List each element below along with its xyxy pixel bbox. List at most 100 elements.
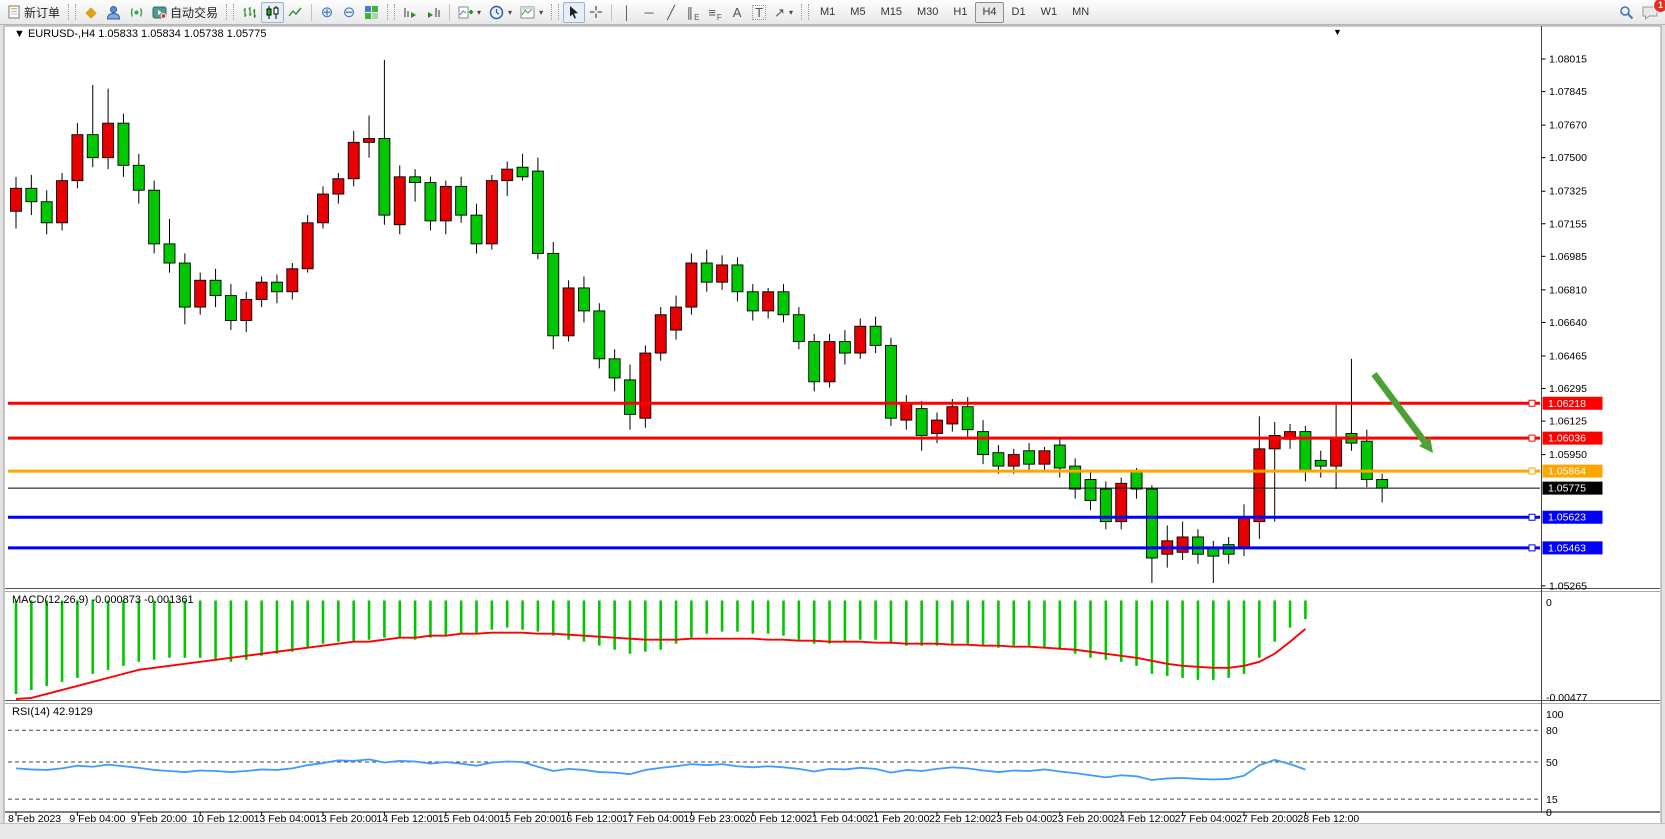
candle-body (241, 299, 252, 320)
search-button[interactable] (1615, 2, 1638, 23)
zoom-out-button[interactable]: ⊖ (338, 2, 360, 23)
line-handle[interactable] (1529, 514, 1535, 520)
candle-body (594, 311, 605, 359)
dropdown-caret-icon: ▾ (508, 8, 512, 17)
auto-trading-label: 自动交易 (170, 4, 218, 21)
bar-chart-icon (242, 5, 257, 20)
new-order-label: 新订单 (24, 4, 60, 21)
line-handle[interactable] (1529, 435, 1535, 441)
template-button[interactable]: ▾ (516, 2, 547, 23)
candle-body (26, 188, 37, 201)
candle-body (1208, 548, 1219, 556)
scroll-marker-icon: ▼ (1333, 27, 1342, 37)
toolbar-grip (387, 4, 395, 20)
candle-body (287, 269, 298, 292)
timeframe-M5[interactable]: M5 (843, 2, 872, 23)
timeframe-group: M1M5M15M30H1H4D1W1MN (813, 2, 1096, 23)
price-tick-label: 1.06295 (1549, 383, 1587, 395)
macd-axis-label: -0.00477 (1546, 692, 1588, 704)
candle-body (747, 292, 758, 311)
timeframe-W1[interactable]: W1 (1034, 2, 1065, 23)
cursor-icon (567, 5, 581, 19)
timeframe-M15[interactable]: M15 (874, 2, 909, 23)
candle-body (486, 181, 497, 244)
channel-tool-button[interactable]: ∥E (682, 2, 704, 23)
line-handle[interactable] (1529, 400, 1535, 406)
fibonacci-tool-button[interactable]: ≡F (704, 2, 726, 23)
add-indicator-button[interactable]: ▾ (454, 2, 485, 23)
text-label-tool-button[interactable]: T (748, 2, 770, 23)
line-handle[interactable] (1529, 468, 1535, 474)
chart-title: ▼ EURUSD-,H4 1.05833 1.05834 1.05738 1.0… (14, 28, 266, 40)
timeframe-H4[interactable]: H4 (975, 2, 1003, 23)
candle-body (103, 123, 114, 157)
candle-body (1361, 441, 1372, 479)
price-tick-label: 1.06810 (1549, 284, 1587, 296)
new-order-button[interactable]: 新订单 (3, 2, 64, 23)
price-badge-label: 1.06036 (1548, 433, 1586, 445)
bar-chart-button[interactable] (238, 2, 261, 23)
price-tick-label: 1.07670 (1549, 120, 1587, 132)
candle-body (179, 263, 190, 307)
candle-body (11, 188, 22, 211)
timeframe-H1[interactable]: H1 (946, 2, 974, 23)
cursor-tool-button[interactable] (563, 2, 585, 23)
tile-windows-button[interactable] (360, 2, 383, 23)
search-icon (1619, 5, 1634, 20)
candle-body (348, 142, 359, 178)
profile-button[interactable] (102, 2, 125, 23)
toolbar-grip (226, 4, 234, 20)
candle-body (1377, 479, 1388, 488)
crosshair-tool-button[interactable] (585, 2, 607, 23)
auto-trading-button[interactable]: 自动交易 (148, 2, 222, 23)
period-button[interactable]: ▾ (485, 2, 516, 23)
line-chart-button[interactable] (284, 2, 307, 23)
auto-scroll-icon (403, 5, 418, 20)
candle-body (1054, 445, 1065, 468)
candle-body (1131, 472, 1142, 489)
trendline-tool-button[interactable]: ╱ (660, 2, 682, 23)
price-chart[interactable]: ▼ EURUSD-,H4 1.05833 1.05834 1.05738 1.0… (0, 0, 1665, 839)
candle-body (993, 453, 1004, 466)
candle-body (149, 190, 160, 244)
vertical-line-tool-button[interactable]: │ (616, 2, 638, 23)
toolbar-grip (801, 4, 809, 20)
auto-scroll-button[interactable] (399, 2, 422, 23)
candlestick-chart-button[interactable] (261, 2, 284, 23)
quotes-button[interactable]: ◆ (80, 2, 102, 23)
new-order-icon (7, 5, 21, 19)
candle-body (271, 282, 282, 292)
candle-body (225, 296, 236, 321)
timeframe-M1[interactable]: M1 (813, 2, 842, 23)
candle-body (1254, 449, 1265, 522)
add-indicator-icon (458, 5, 473, 20)
horizontal-line-tool-button[interactable]: ─ (638, 2, 660, 23)
line-handle[interactable] (1529, 545, 1535, 551)
crosshair-icon (589, 5, 603, 19)
candlestick-chart-icon (265, 5, 280, 20)
timeframe-D1[interactable]: D1 (1005, 2, 1033, 23)
candle-body (133, 165, 144, 190)
candle-body (962, 407, 973, 430)
candle-body (732, 265, 743, 292)
candle-body (302, 223, 313, 269)
price-tick-label: 1.06985 (1549, 251, 1587, 263)
zoom-in-button[interactable]: ⊕ (316, 2, 338, 23)
shapes-tool-button[interactable]: ↗▾ (770, 2, 797, 23)
candle-body (1070, 466, 1081, 489)
candle-body (1085, 479, 1096, 500)
chart-shift-button[interactable] (422, 2, 445, 23)
tile-windows-icon (364, 5, 379, 20)
price-tick-label: 1.07500 (1549, 152, 1587, 164)
notifications-button[interactable]: 1 (1638, 2, 1662, 23)
price-badge-label: 1.05623 (1548, 512, 1586, 524)
timeframe-M30[interactable]: M30 (910, 2, 945, 23)
profile-icon (106, 5, 121, 20)
vertical-line-icon: │ (623, 6, 631, 19)
zoom-in-icon: ⊕ (321, 5, 334, 20)
price-tick-label: 1.07155 (1549, 218, 1587, 230)
text-tool-button[interactable]: A (726, 2, 748, 23)
signals-button[interactable] (125, 2, 148, 23)
timeframe-MN[interactable]: MN (1065, 2, 1096, 23)
candle-body (701, 263, 712, 282)
